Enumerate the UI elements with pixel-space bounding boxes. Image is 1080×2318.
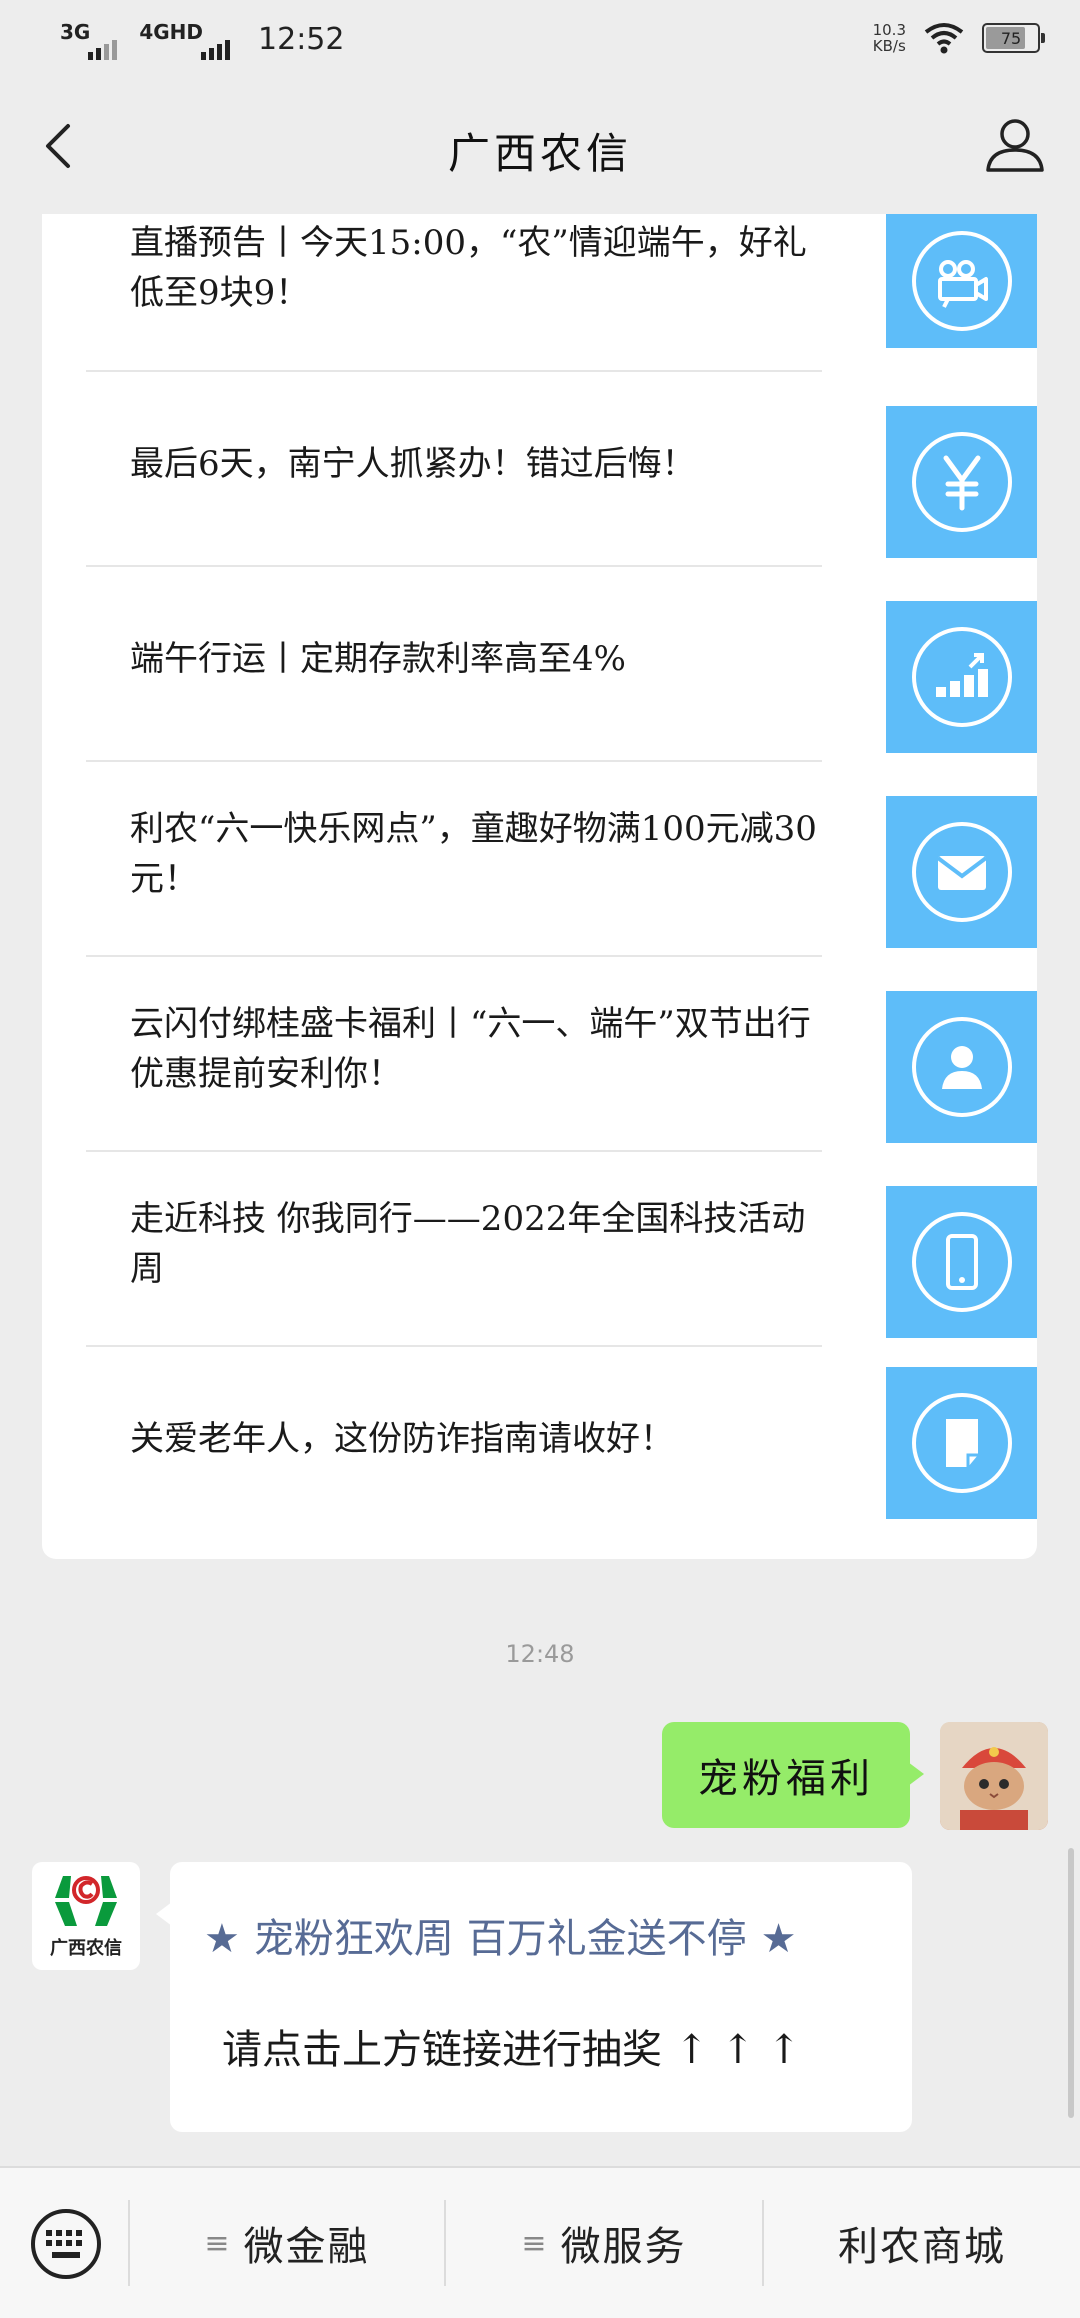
article-thumbnail <box>886 214 1037 348</box>
status-left: 3G 4GHD 12:52 <box>60 20 344 60</box>
menu-item-weifuwu[interactable]: ≡ 微服务 <box>446 2168 762 2318</box>
signal-bars-icon <box>201 40 231 60</box>
status-right: 10.3 KB/s 75 <box>873 22 1045 54</box>
incoming-message-text: 请点击上方链接进行抽奖 ↑ ↑ ↑ <box>222 2027 801 2073</box>
promo-link[interactable]: ★ 宠粉狂欢周 百万礼金送不停 ★ <box>204 1906 796 1964</box>
article-list-card: 直播预告丨今天15:00，“农”情迎端午，好礼低至9块9！ 最后6天，南宁人抓紧… <box>42 214 1037 1559</box>
divider <box>86 1150 822 1152</box>
mail-icon <box>912 822 1012 922</box>
document-icon <box>912 1393 1012 1493</box>
signal-4g-label: 4GHD <box>139 20 204 44</box>
article-title: 直播预告丨今天15:00，“农”情迎端午，好礼低至9块9！ <box>130 223 807 313</box>
status-bar: 3G 4GHD 12:52 10.3 KB/s 75 <box>0 0 1080 82</box>
outgoing-message-text: 宠粉福利 <box>698 1756 874 1802</box>
incoming-message-bubble: ★ 宠粉狂欢周 百万礼金送不停 ★ 请点击上方链接进行抽奖 ↑ ↑ ↑ <box>156 1862 912 2132</box>
profile-button[interactable] <box>980 110 1050 180</box>
net-speed: 10.3 KB/s <box>873 22 906 54</box>
bank-avatar[interactable]: 广西农信 <box>32 1862 140 1970</box>
battery-level: 75 <box>1000 28 1022 48</box>
divider <box>86 565 822 567</box>
signal-bars-icon <box>88 40 118 60</box>
page-title: 广西农信 <box>447 129 632 178</box>
menu-item-weijinrong[interactable]: ≡ 微金融 <box>130 2168 444 2318</box>
article-title: 端午行运丨定期存款利率高至4% <box>130 639 626 679</box>
article-thumbnail <box>886 1367 1037 1519</box>
article-thumbnail <box>886 406 1037 558</box>
bank-logo-icon <box>55 1876 117 1926</box>
divider <box>86 1345 822 1347</box>
divider <box>86 370 822 372</box>
user-icon <box>912 1017 1012 1117</box>
menu-item-label: 微金融 <box>243 2224 370 2270</box>
article-item[interactable]: 利农“六一快乐网点”，童趣好物满100元减30元！ <box>86 760 1037 956</box>
divider <box>86 760 822 762</box>
menu-item-label: 利农商城 <box>838 2224 1006 2270</box>
article-title: 最后6天，南宁人抓紧办！错过后悔！ <box>130 444 696 484</box>
user-avatar[interactable] <box>940 1722 1048 1830</box>
article-thumbnail <box>886 991 1037 1143</box>
article-item[interactable]: 关爱老年人，这份防诈指南请收好！ <box>86 1345 1037 1541</box>
menu-lines-icon: ≡ <box>204 2225 232 2261</box>
article-thumbnail <box>886 796 1037 948</box>
article-item[interactable]: 云闪付绑桂盛卡福利丨“六一、端午”双节出行优惠提前安利你！ <box>86 955 1037 1151</box>
signal-3g: 3G <box>60 20 118 60</box>
signal-3g-label: 3G <box>60 20 91 44</box>
yen-icon <box>912 432 1012 532</box>
menu-item-label: 微服务 <box>560 2224 687 2270</box>
cat-avatar-icon <box>940 1722 1048 1830</box>
net-speed-value: 10.3 <box>872 21 906 39</box>
video-camera-icon <box>912 231 1012 331</box>
divider <box>86 955 822 957</box>
article-title: 利农“六一快乐网点”，童趣好物满100元减30元！ <box>130 809 817 899</box>
article-thumbnail <box>886 601 1037 753</box>
outgoing-message-bubble[interactable]: 宠粉福利 <box>662 1722 924 1828</box>
bottom-menu-bar: ≡ 微金融 ≡ 微服务 利农商城 <box>0 2166 1080 2318</box>
growth-chart-icon <box>912 627 1012 727</box>
battery-icon: 75 <box>982 23 1045 53</box>
article-thumbnail <box>886 1186 1037 1338</box>
bank-avatar-label: 广西农信 <box>50 1938 122 1959</box>
chat-timestamp: 12:48 <box>505 1640 575 1668</box>
scrollbar[interactable] <box>1068 1848 1074 2118</box>
keyboard-toggle-button[interactable] <box>28 2206 104 2282</box>
wifi-icon <box>924 23 964 54</box>
status-time: 12:52 <box>258 22 345 57</box>
promo-link-title: 宠粉狂欢周 百万礼金送不停 <box>253 1916 747 1962</box>
user-icon <box>986 119 1044 172</box>
article-item[interactable]: 走近科技 你我同行——2022年全国科技活动周 <box>86 1150 1037 1346</box>
phone-icon <box>912 1212 1012 1312</box>
net-speed-unit: KB/s <box>872 37 906 55</box>
menu-lines-icon: ≡ <box>521 2225 549 2261</box>
article-item[interactable]: 端午行运丨定期存款利率高至4% <box>86 565 1037 761</box>
article-title: 云闪付绑桂盛卡福利丨“六一、端午”双节出行优惠提前安利你！ <box>130 1004 811 1094</box>
title-bar: 广西农信 <box>0 82 1080 214</box>
star-icon: ★ <box>760 1916 797 1962</box>
article-title: 走近科技 你我同行——2022年全国科技活动周 <box>130 1199 806 1289</box>
star-icon: ★ <box>204 1916 240 1962</box>
article-title: 关爱老年人，这份防诈指南请收好！ <box>130 1419 674 1459</box>
menu-item-linong-mall[interactable]: 利农商城 <box>764 2168 1080 2318</box>
keyboard-icon <box>31 2209 101 2279</box>
article-item[interactable]: 最后6天，南宁人抓紧办！错过后悔！ <box>86 370 1037 566</box>
signal-4g: 4GHD <box>139 20 231 60</box>
